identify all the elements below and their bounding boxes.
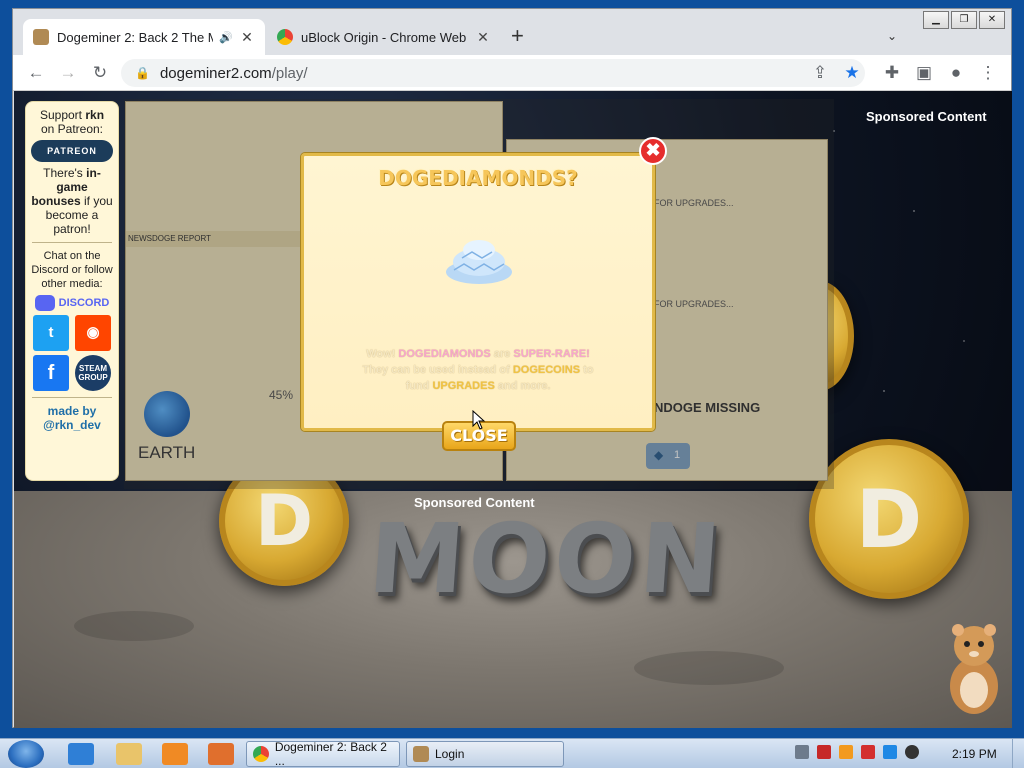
tab-search-chevron-icon[interactable]: ⌄ bbox=[887, 29, 897, 43]
msg-text: Wow! bbox=[366, 348, 396, 360]
new-tab-button[interactable]: + bbox=[511, 25, 524, 47]
game-viewport: D D MOON Sponsored Content Sponsored Con… bbox=[14, 91, 1012, 728]
msg-text: They can be used instead of bbox=[362, 364, 510, 376]
tray-v-icon[interactable] bbox=[817, 745, 831, 759]
speaker-icon[interactable]: 🔊 bbox=[219, 31, 233, 44]
author-handle-link[interactable]: @rkn_dev bbox=[30, 418, 114, 432]
address-host: dogeminer2.com bbox=[159, 64, 272, 82]
twitter-icon[interactable]: t bbox=[33, 315, 69, 351]
msg-highlight: SUPER-RARE! bbox=[513, 348, 590, 360]
made-by-label: made by bbox=[47, 404, 97, 418]
tray-search-icon[interactable] bbox=[839, 745, 853, 759]
taskbar-window-chrome[interactable]: Dogeminer 2: Back 2 ... bbox=[246, 740, 400, 768]
msg-text: and more. bbox=[497, 380, 551, 392]
system-tray bbox=[795, 745, 919, 759]
close-tab-icon[interactable]: ✕ bbox=[239, 29, 255, 46]
msg-text: fund bbox=[405, 380, 430, 392]
browser-toolbar: ← → ↻ 🔒 dogeminer2.com/play/ ⇪ ★ ✚ ▣ ● ⋮ bbox=[13, 55, 1011, 91]
tab-title: uBlock Origin - Chrome Web Stor bbox=[301, 29, 469, 45]
msg-text: are bbox=[493, 348, 511, 360]
bonus-text: There's bbox=[43, 166, 83, 180]
window-controls: ▁ ❐ ✕ bbox=[923, 11, 1005, 29]
mouse-cursor-icon bbox=[472, 410, 486, 430]
crater bbox=[634, 651, 784, 685]
author-name: rkn bbox=[85, 108, 105, 122]
msg-highlight: DOGEDIAMONDS bbox=[398, 348, 491, 360]
tab-ublock[interactable]: uBlock Origin - Chrome Web Stor ✕ bbox=[267, 19, 501, 55]
minimize-button[interactable]: ▁ bbox=[923, 11, 949, 29]
facebook-icon[interactable]: f bbox=[33, 355, 69, 391]
tray-display-icon[interactable] bbox=[883, 745, 897, 759]
app-icon[interactable] bbox=[208, 743, 234, 765]
sponsored-content-label: Sponsored Content bbox=[414, 495, 535, 510]
dogediamonds-dialog: DOGEDIAMONDS? Wow! DOGEDIAMONDS are SUPE… bbox=[301, 153, 655, 431]
puzzle-icon[interactable]: ✚ bbox=[881, 62, 903, 84]
dogeminer-favicon-icon bbox=[33, 29, 49, 45]
msg-text: to bbox=[583, 364, 594, 376]
tab-dogeminer[interactable]: Dogeminer 2: Back 2 The Mo 🔊 ✕ bbox=[23, 19, 265, 55]
kebab-menu-icon[interactable]: ⋮ bbox=[977, 62, 999, 84]
profile-icon[interactable]: ● bbox=[945, 62, 967, 84]
divider bbox=[32, 397, 112, 398]
chat-text: Chat on the Discord or follow other medi… bbox=[31, 250, 113, 290]
discord-label: DISCORD bbox=[58, 297, 110, 309]
discord-link[interactable]: DISCORD bbox=[30, 295, 114, 311]
lock-icon[interactable]: 🔒 bbox=[135, 66, 150, 80]
support-text: Support bbox=[39, 108, 82, 122]
file-explorer-icon[interactable] bbox=[116, 743, 142, 765]
close-dialog-x-icon[interactable]: ✖ bbox=[639, 137, 667, 165]
support-text: on Patreon: bbox=[40, 122, 104, 136]
start-button[interactable] bbox=[8, 740, 44, 768]
dialog-message: Wow! DOGEDIAMONDS are SUPER-RARE! They c… bbox=[324, 346, 632, 394]
patreon-button[interactable]: PATREON bbox=[31, 140, 113, 162]
divider bbox=[32, 242, 112, 243]
star-icon[interactable]: ★ bbox=[841, 62, 863, 84]
share-icon[interactable]: ⇪ bbox=[809, 62, 831, 84]
tray-volume-icon[interactable] bbox=[905, 745, 919, 759]
dialog-title: DOGEDIAMONDS? bbox=[378, 166, 578, 190]
chrome-store-favicon-icon bbox=[277, 29, 293, 45]
hamster-icon bbox=[950, 624, 998, 714]
tray-network-icon[interactable] bbox=[795, 745, 809, 759]
tray-flag-icon[interactable] bbox=[861, 745, 875, 759]
chrome-icon bbox=[253, 746, 269, 762]
moon-title: MOON bbox=[365, 503, 729, 615]
taskbar: Dogeminer 2: Back 2 ... Login 2:19 PM bbox=[0, 738, 1024, 768]
crater bbox=[74, 611, 194, 641]
close-window-button[interactable]: ✕ bbox=[979, 11, 1005, 29]
social-row: t ◉ bbox=[30, 315, 114, 351]
msg-highlight: DOGECOINS bbox=[512, 364, 581, 376]
taskbar-clock[interactable]: 2:19 PM bbox=[952, 747, 997, 761]
address-bar[interactable]: 🔒 dogeminer2.com/play/ bbox=[121, 59, 865, 87]
discord-icon bbox=[34, 295, 55, 311]
side-panel-icon[interactable]: ▣ bbox=[913, 62, 935, 84]
close-tab-icon[interactable]: ✕ bbox=[475, 29, 491, 46]
address-path: /play/ bbox=[271, 64, 308, 82]
taskbar-window-login[interactable]: Login bbox=[406, 741, 564, 767]
tab-title: Dogeminer 2: Back 2 The Mo bbox=[57, 29, 214, 45]
maximize-button[interactable]: ❐ bbox=[951, 11, 977, 29]
msg-highlight: UPGRADES bbox=[432, 380, 495, 392]
taskbar-window-label: Dogeminer 2: Back 2 ... bbox=[274, 740, 387, 768]
media-player-icon[interactable] bbox=[162, 743, 188, 765]
sponsored-content-label: Sponsored Content bbox=[866, 109, 987, 124]
steam-group-icon[interactable]: STEAM GROUP bbox=[75, 355, 111, 391]
tab-strip: Dogeminer 2: Back 2 The Mo 🔊 ✕ uBlock Or… bbox=[13, 9, 1011, 55]
show-desktop-button[interactable] bbox=[1012, 739, 1024, 768]
reload-icon[interactable]: ↻ bbox=[89, 62, 111, 84]
back-arrow-icon[interactable]: ← bbox=[25, 62, 47, 84]
diamond-pile-icon bbox=[446, 240, 512, 284]
taskbar-window-label: Login bbox=[435, 747, 465, 761]
browser-window: Dogeminer 2: Back 2 The Mo 🔊 ✕ uBlock Or… bbox=[12, 8, 1012, 728]
patreon-promo-panel: Support rkn on Patreon: PATREON There's … bbox=[25, 101, 119, 481]
login-app-icon bbox=[413, 746, 429, 762]
forward-arrow-icon[interactable]: → bbox=[57, 62, 79, 84]
social-row: f STEAM GROUP bbox=[30, 355, 114, 391]
reddit-icon[interactable]: ◉ bbox=[75, 315, 111, 351]
internet-explorer-icon[interactable] bbox=[68, 743, 94, 765]
